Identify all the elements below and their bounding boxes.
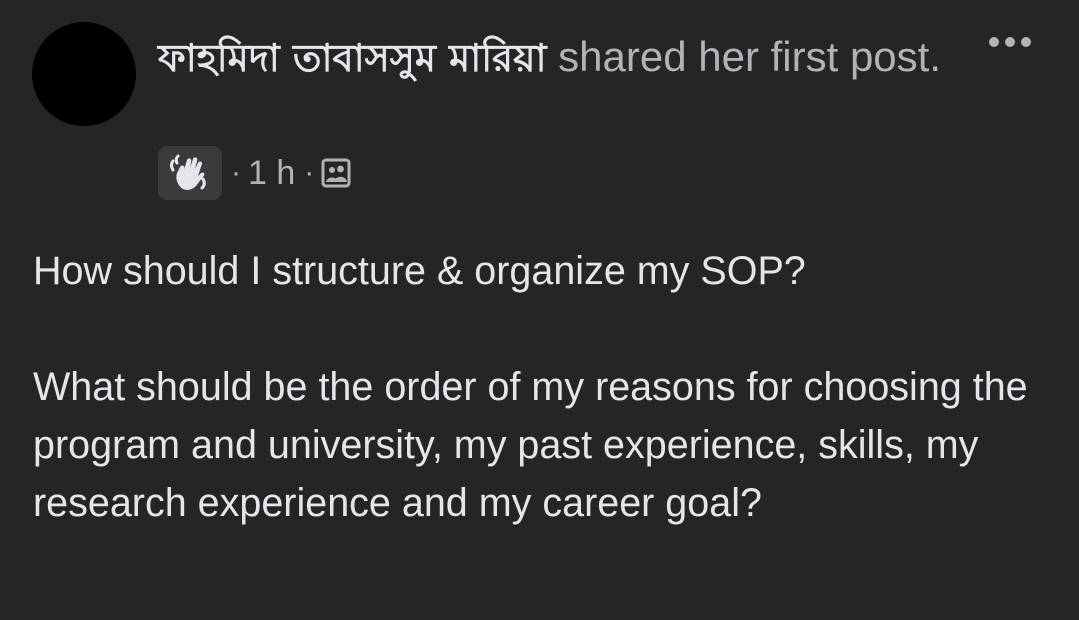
new-member-badge[interactable] — [158, 146, 222, 200]
group-icon — [321, 158, 351, 188]
post-header: ফাহমিদা তাবাসসুম মারিয়া shared her firs… — [158, 28, 948, 87]
post-card: ফাহমিদা তাবাসসুম মারিয়া shared her firs… — [0, 0, 1079, 620]
post-detail: What should be the order of my reasons f… — [33, 365, 1028, 525]
post-meta: · 1 h · — [158, 146, 351, 200]
author-name[interactable]: ফাহমিদা তাবাসসুম মারিয়া — [158, 36, 546, 80]
action-text: shared her first post. — [546, 33, 941, 80]
separator-dot: · — [304, 156, 315, 189]
audience-button[interactable] — [321, 158, 351, 188]
separator-dot: · — [231, 156, 241, 189]
timestamp[interactable]: 1 h — [248, 154, 295, 193]
more-options-button[interactable] — [984, 24, 1036, 60]
post-body: How should I structure & organize my SOP… — [33, 242, 1063, 532]
avatar[interactable] — [32, 22, 136, 126]
more-options-icon — [989, 37, 1031, 47]
post-question: How should I structure & organize my SOP… — [33, 249, 806, 293]
waving-hand-icon — [170, 154, 206, 190]
